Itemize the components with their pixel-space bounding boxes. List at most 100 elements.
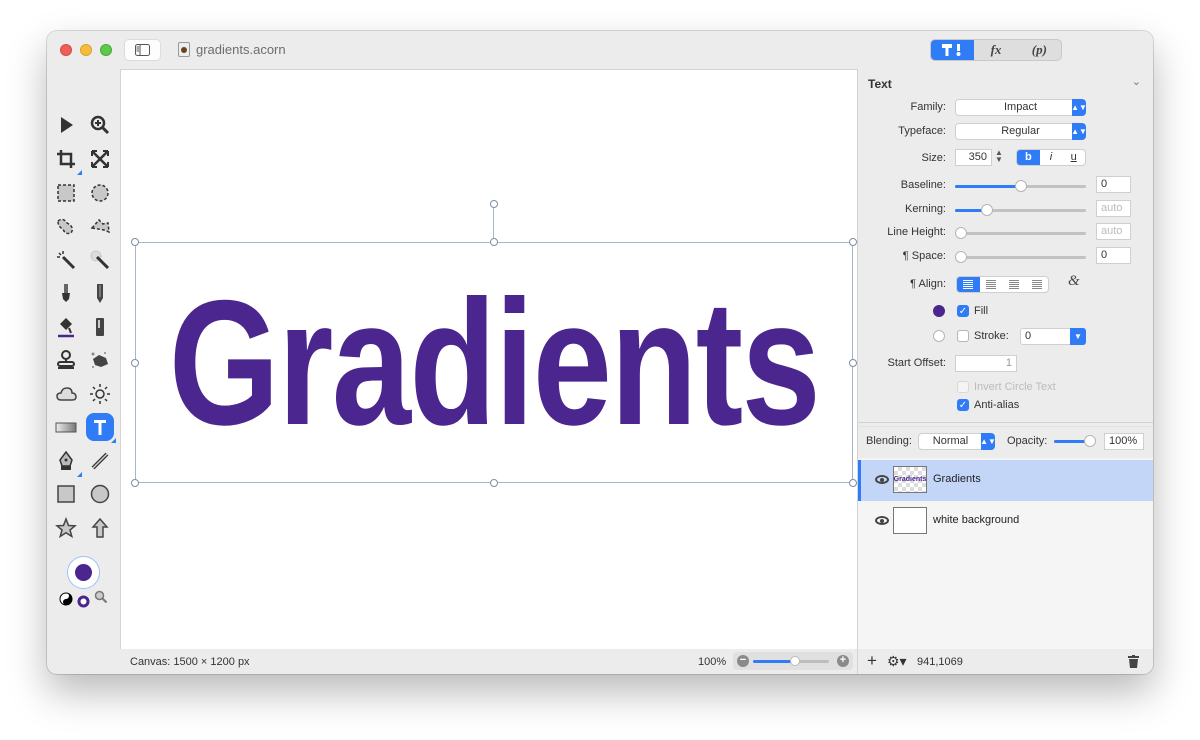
rotation-handle[interactable] (490, 200, 498, 208)
line-height-field[interactable]: auto (1096, 223, 1131, 240)
layer-row[interactable]: Gradients Gradients (858, 460, 1153, 501)
rect-marquee-tool[interactable] (52, 179, 80, 207)
align-justify-button[interactable] (1025, 277, 1048, 292)
resize-handle-right[interactable] (849, 359, 857, 367)
slider-knob[interactable] (955, 227, 967, 239)
zoom-slider[interactable] (753, 656, 829, 666)
antialias-checkbox[interactable]: ✓ (957, 399, 969, 411)
gradient-tool[interactable] (52, 413, 80, 441)
select-tool[interactable] (52, 111, 80, 139)
paragraph-space-slider[interactable] (955, 251, 1086, 263)
zoom-icon (90, 115, 110, 135)
fill-checkbox[interactable]: ✓ (957, 305, 969, 317)
transform-tool[interactable] (86, 145, 114, 173)
line-tool[interactable] (86, 447, 114, 475)
resize-handle-top-right[interactable] (849, 238, 857, 246)
slider-knob[interactable] (955, 251, 967, 263)
opacity-field[interactable]: 100% (1104, 433, 1144, 450)
bold-button[interactable]: b (1017, 150, 1040, 165)
line-height-slider[interactable] (955, 227, 1086, 239)
visibility-eye-icon[interactable] (875, 475, 889, 484)
visibility-eye-icon[interactable] (875, 516, 889, 525)
add-layer-button[interactable]: + (867, 651, 877, 671)
slider-knob[interactable] (1084, 435, 1096, 447)
size-stepper[interactable]: ▲ ▼ (995, 149, 1003, 164)
resize-handle-top-left[interactable] (131, 238, 139, 246)
polygon-lasso-tool[interactable] (86, 212, 114, 240)
zoom-window-button[interactable] (100, 44, 112, 56)
resize-handle-bottom-right[interactable] (849, 479, 857, 487)
align-right-button[interactable] (1003, 277, 1026, 292)
zoom-tool[interactable] (86, 111, 114, 139)
instant-alpha-tool[interactable] (86, 246, 114, 274)
underline-button[interactable]: u (1062, 150, 1085, 165)
zoom-out-button[interactable]: − (737, 655, 749, 667)
star-tool[interactable] (52, 514, 80, 542)
dodge-burn-tool[interactable] (86, 380, 114, 408)
eraser-tool[interactable] (86, 313, 114, 341)
magic-wand-tool[interactable] (52, 246, 80, 274)
canvas-area[interactable]: Gradients (120, 69, 857, 649)
trash-icon[interactable] (1128, 655, 1139, 668)
foreground-color-well[interactable] (67, 556, 100, 589)
background-color-icon[interactable] (77, 595, 90, 608)
slider-knob[interactable] (1014, 180, 1027, 192)
lasso-tool[interactable] (52, 212, 80, 240)
collapse-chevron-icon[interactable]: ⌄ (1132, 75, 1141, 88)
rectangle-tool[interactable] (52, 480, 80, 508)
dropdown-arrow-icon[interactable]: ▼ (1070, 328, 1086, 345)
resize-handle-top[interactable] (490, 238, 498, 246)
arrow-tool[interactable] (86, 514, 114, 542)
clone-stamp-tool[interactable] (52, 346, 80, 374)
rect-marquee-icon (57, 184, 75, 202)
paint-bucket-tool[interactable] (52, 313, 80, 341)
opacity-slider[interactable] (1054, 435, 1096, 447)
brush-tool[interactable] (52, 279, 80, 307)
ellipse-marquee-tool[interactable] (86, 179, 114, 207)
resize-handle-bottom-left[interactable] (131, 479, 139, 487)
start-offset-field[interactable]: 1 (955, 355, 1017, 372)
italic-button[interactable]: i (1040, 150, 1063, 165)
resize-handle-bottom[interactable] (490, 479, 498, 487)
ligature-ampersand-icon[interactable]: & (1068, 273, 1080, 290)
font-size-field[interactable]: 350 (955, 149, 992, 166)
layer-row[interactable]: white background (858, 501, 1153, 542)
pen-tool[interactable] (52, 447, 82, 477)
font-family-select[interactable]: Impact ▲▼ (955, 99, 1087, 116)
stroke-width-combo[interactable]: 0 ▼ (1020, 328, 1086, 345)
align-center-button[interactable] (980, 277, 1003, 292)
layer-name: Gradients (933, 473, 981, 485)
slider-knob[interactable] (981, 204, 994, 216)
paragraph-space-field[interactable]: 0 (1096, 247, 1131, 264)
tab-tool-inspector[interactable] (931, 40, 975, 60)
zoom-in-button[interactable]: + (837, 655, 849, 667)
toggle-sidebar-button[interactable] (124, 39, 161, 61)
baseline-slider[interactable] (955, 180, 1086, 192)
selection-bounds (135, 242, 853, 483)
kerning-field[interactable]: auto (1096, 200, 1131, 217)
smudge-tool[interactable] (86, 346, 114, 374)
fill-color-swatch[interactable] (933, 305, 945, 317)
stroke-checkbox[interactable] (957, 330, 969, 342)
resize-handle-left[interactable] (131, 359, 139, 367)
align-left-button[interactable] (957, 277, 980, 292)
text-tool[interactable] (86, 413, 116, 443)
crop-tool[interactable] (52, 145, 82, 175)
invert-circle-checkbox[interactable] (957, 381, 969, 393)
oval-tool[interactable] (86, 480, 114, 508)
tab-filters[interactable]: fx (974, 40, 1017, 60)
cloud-tool[interactable] (52, 380, 80, 408)
pencil-tool[interactable] (86, 279, 114, 307)
layer-actions-gear-icon[interactable]: ⚙▾ (887, 653, 907, 670)
tab-properties[interactable]: (p) (1018, 40, 1061, 60)
baseline-field[interactable]: 0 (1096, 176, 1131, 193)
typeface-select[interactable]: Regular ▲▼ (955, 123, 1087, 140)
stroke-color-swatch[interactable] (933, 330, 945, 342)
minimize-window-button[interactable] (80, 44, 92, 56)
close-window-button[interactable] (60, 44, 72, 56)
kerning-slider[interactable] (955, 204, 1086, 216)
blending-mode-select[interactable]: Normal ▲▼ (918, 433, 996, 450)
color-picker-magnifier-icon[interactable] (94, 590, 108, 604)
swap-colors-icon[interactable] (59, 592, 73, 606)
zoom-slider-knob[interactable] (789, 656, 800, 666)
